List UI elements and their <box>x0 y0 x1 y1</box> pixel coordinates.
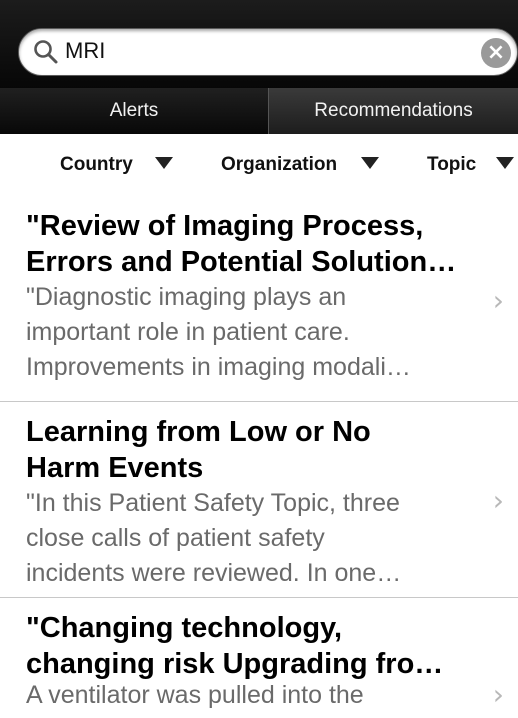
item-description: "In this Patient Safety Topic, three clo… <box>26 489 402 587</box>
item-title: Learning from Low or No Harm Events <box>26 416 371 484</box>
item-title: "Changing technology, changing risk Upgr… <box>26 612 444 680</box>
list-item[interactable]: "Changing technology, changing risk Upgr… <box>0 598 518 718</box>
filter-bar: Country Organization Topic <box>0 134 518 196</box>
filter-topic-label: Topic <box>427 154 477 175</box>
tab-alerts[interactable]: Alerts <box>0 88 268 134</box>
filter-topic[interactable]: Topic <box>427 154 515 176</box>
list-item[interactable]: Learning from Low or No Harm Events "In … <box>0 402 518 598</box>
item-description: "Diagnostic imaging plays an important r… <box>26 283 411 381</box>
tab-recommendations[interactable]: Recommendations <box>268 88 518 134</box>
results-list: "Review of Imaging Process, Errors and P… <box>0 196 518 718</box>
filter-organization[interactable]: Organization <box>221 154 380 176</box>
chevron-right-icon: › <box>492 678 504 711</box>
filter-country-label: Country <box>60 154 133 175</box>
list-item[interactable]: "Review of Imaging Process, Errors and P… <box>0 196 518 402</box>
dropdown-arrow-icon <box>154 157 173 170</box>
item-description: A ventilator was pulled into the <box>26 681 364 709</box>
search-icon <box>34 40 58 64</box>
item-title: "Review of Imaging Process, Errors and P… <box>26 210 457 278</box>
segmented-tabs: Alerts Recommendations <box>0 88 518 134</box>
filter-country[interactable]: Country <box>60 154 173 176</box>
search-input[interactable]: MRI <box>65 38 105 64</box>
chevron-right-icon: › <box>492 484 504 517</box>
dropdown-arrow-icon <box>496 157 515 170</box>
chevron-right-icon: › <box>492 284 504 317</box>
clear-search-icon[interactable]: × <box>481 38 511 68</box>
top-bar: MRI × <box>0 0 518 88</box>
dropdown-arrow-icon <box>361 157 380 170</box>
search-field[interactable]: MRI × <box>18 28 518 76</box>
filter-organization-label: Organization <box>221 154 338 175</box>
